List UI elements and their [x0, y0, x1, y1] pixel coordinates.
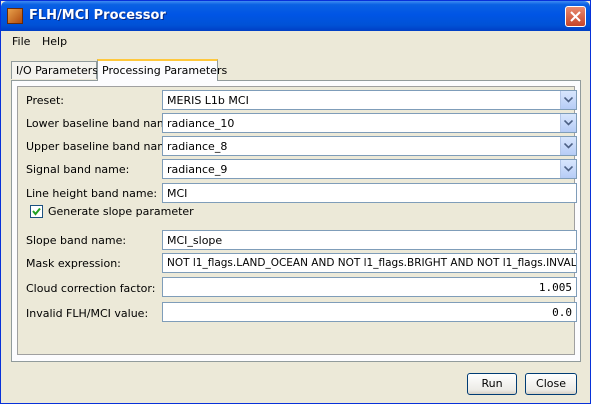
- slope-band-input[interactable]: MCI_slope: [162, 230, 577, 250]
- chevron-down-icon: [564, 143, 573, 149]
- signal-band-label: Signal band name:: [26, 163, 130, 176]
- signal-band-dropdown-button[interactable]: [560, 160, 576, 178]
- line-height-label: Line height band name:: [26, 187, 158, 200]
- chevron-down-icon: [564, 97, 573, 103]
- cloud-factor-input[interactable]: 1.005: [162, 277, 577, 297]
- upper-band-combo[interactable]: radiance_8: [162, 136, 577, 156]
- generate-slope-label[interactable]: Generate slope parameter: [48, 205, 194, 218]
- parameters-group: Preset: MERIS L1b MCI Lower baseline ban…: [17, 86, 577, 355]
- preset-dropdown-button[interactable]: [560, 91, 576, 109]
- chevron-down-icon: [564, 166, 573, 172]
- close-button[interactable]: Close: [525, 373, 577, 395]
- lower-band-dropdown-button[interactable]: [560, 114, 576, 132]
- close-icon: [570, 11, 581, 22]
- lower-band-label: Lower baseline band name:: [26, 117, 179, 130]
- upper-band-value: radiance_8: [167, 140, 228, 153]
- invalid-value-input[interactable]: 0.0: [162, 302, 577, 322]
- tab-processing-parameters[interactable]: Processing Parameters: [97, 59, 227, 81]
- title-bar[interactable]: FLH/MCI Processor: [1, 1, 590, 31]
- tab-panel: Preset: MERIS L1b MCI Lower baseline ban…: [11, 80, 581, 362]
- lower-band-combo[interactable]: radiance_10: [162, 113, 577, 133]
- mask-expression-input[interactable]: NOT l1_flags.LAND_OCEAN AND NOT l1_flags…: [162, 253, 577, 273]
- run-button[interactable]: Run: [467, 373, 517, 395]
- mask-expression-label: Mask expression:: [26, 257, 121, 270]
- signal-band-combo[interactable]: radiance_9: [162, 159, 577, 179]
- preset-combo[interactable]: MERIS L1b MCI: [162, 90, 577, 110]
- preset-label: Preset:: [26, 94, 65, 107]
- lower-band-value: radiance_10: [167, 117, 235, 130]
- cloud-factor-label: Cloud correction factor:: [26, 282, 156, 295]
- chevron-down-icon: [564, 120, 573, 126]
- preset-value: MERIS L1b MCI: [167, 94, 249, 107]
- tab-strip: I/O Parameters Processing Parameters: [11, 59, 581, 81]
- window-close-button[interactable]: [565, 6, 586, 27]
- menu-bar: File Help: [1, 31, 590, 51]
- menu-help[interactable]: Help: [42, 35, 67, 48]
- generate-slope-checkbox[interactable]: [30, 205, 43, 218]
- slope-band-label: Slope band name:: [26, 234, 127, 247]
- window-title: FLH/MCI Processor: [29, 8, 166, 23]
- menu-file[interactable]: File: [12, 35, 30, 48]
- upper-band-label: Upper baseline band name:: [26, 140, 179, 153]
- invalid-value-label: Invalid FLH/MCI value:: [26, 307, 149, 320]
- upper-band-dropdown-button[interactable]: [560, 137, 576, 155]
- signal-band-value: radiance_9: [167, 163, 228, 176]
- tab-io-parameters[interactable]: I/O Parameters: [11, 61, 98, 79]
- main-window: FLH/MCI Processor File Help I/O Paramete…: [0, 0, 591, 404]
- checkmark-icon: [32, 207, 41, 216]
- app-icon: [7, 8, 23, 24]
- line-height-input[interactable]: MCI: [162, 183, 577, 203]
